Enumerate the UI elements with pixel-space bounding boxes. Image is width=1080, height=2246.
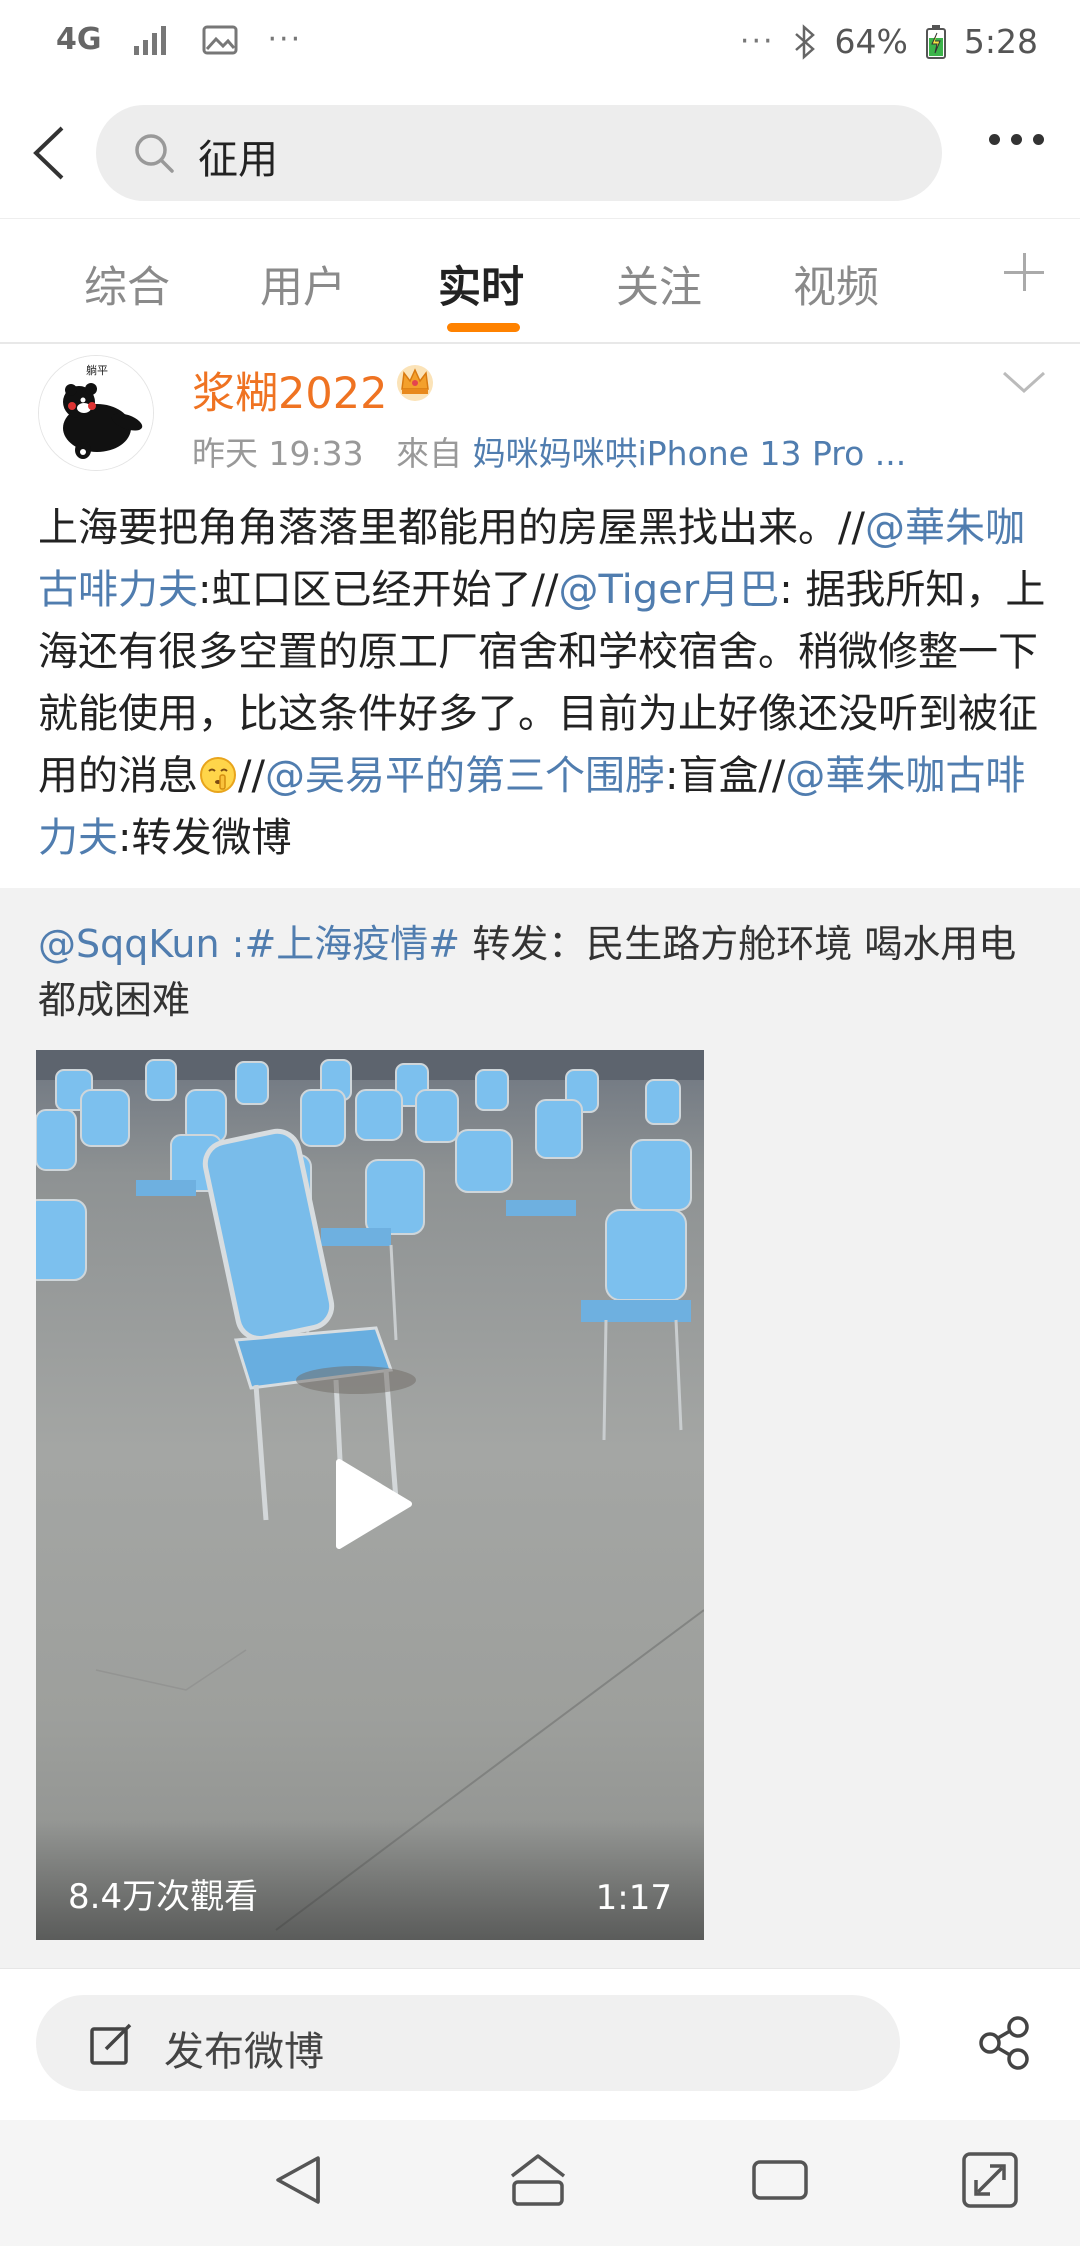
compose-button[interactable]: 发布微博 <box>36 1995 900 2091</box>
more-notifications-indicator: ··· <box>267 22 303 57</box>
bear-avatar-icon: 躺平 <box>39 356 153 470</box>
back-arrow-icon <box>33 126 64 180</box>
source-label: 來自 <box>396 434 463 473</box>
network-indicator: 4G <box>56 22 102 57</box>
status-bar: 4G ··· ··· 64% 5:28 <box>0 0 1080 90</box>
tab-video[interactable]: 视频 <box>793 253 879 315</box>
view-count: 8.4万次觀看 <box>68 1877 259 1917</box>
dot-icon <box>1033 134 1044 145</box>
nav-expand-icon[interactable] <box>960 2150 1020 2210</box>
tab-following[interactable]: 关注 <box>616 253 702 315</box>
post-text-segment: :盲盒// <box>664 753 786 799</box>
more-options-button[interactable] <box>989 134 1044 145</box>
bluetooth-icon <box>794 23 815 60</box>
search-tabs: 综合 用户 实时 关注 视频 <box>0 218 1080 344</box>
post-username[interactable]: 浆糊2022 <box>192 359 387 421</box>
retweet-user-link[interactable]: @SqqKun <box>38 922 220 966</box>
nav-recents-icon[interactable] <box>750 2150 810 2210</box>
signal-icon <box>133 25 166 55</box>
battery-charging-icon <box>925 24 946 59</box>
compose-bar: 发布微博 <box>0 1968 1080 2120</box>
nav-back-icon[interactable] <box>270 2150 330 2210</box>
mention-link[interactable]: @Tiger月巴 <box>558 567 779 613</box>
post-source[interactable]: 妈咪妈咪哄iPhone 13 Pro ... <box>473 434 907 473</box>
crown-badge-icon <box>397 365 433 401</box>
tab-comprehensive[interactable]: 综合 <box>84 253 170 315</box>
play-icon[interactable] <box>333 1458 413 1550</box>
system-nav-bar <box>0 2120 1080 2246</box>
dot-icon <box>1011 134 1022 145</box>
share-icon[interactable] <box>976 2015 1032 2071</box>
post-text-segment: 上海要把角角落落里都能用的房屋黑找出来。// <box>38 505 865 551</box>
search-icon <box>135 134 174 173</box>
chevron-down-icon[interactable] <box>1000 367 1048 397</box>
tab-users[interactable]: 用户 <box>260 253 346 315</box>
image-notification-icon <box>202 25 237 54</box>
svg-text:躺平: 躺平 <box>86 363 108 377</box>
retweet-block[interactable]: @SqqKun :#上海疫情# 转发：民生路方舱环境 喝水用电都成困难 8.4万… <box>0 888 1080 1968</box>
back-button[interactable] <box>22 118 82 188</box>
dot-icon <box>989 134 1000 145</box>
compose-label: 发布微博 <box>164 2029 324 2075</box>
nav-home-icon[interactable] <box>508 2150 568 2210</box>
mention-link[interactable]: @吴易平的第三个围脖 <box>265 753 665 799</box>
post-body: 上海要把角角落落里都能用的房屋黑找出来。//@華朱咖古啡力夫:虹口区已经开始了/… <box>38 497 1048 869</box>
search-header: 征用 <box>0 90 1080 218</box>
post-text-segment: // <box>238 753 265 799</box>
active-tab-indicator <box>447 323 520 332</box>
avatar[interactable]: 躺平 <box>38 355 154 471</box>
shush-emoji-icon <box>200 757 236 793</box>
hashtag-link[interactable]: #上海疫情# <box>244 922 460 966</box>
clock: 5:28 <box>963 22 1038 61</box>
battery-percent: 64% <box>834 22 908 61</box>
post-text-segment: :转发微博 <box>118 815 292 861</box>
edit-icon <box>90 2023 132 2065</box>
post-meta: 昨天 19:33 來自 妈咪妈咪哄iPhone 13 Pro ... <box>192 427 906 475</box>
post-text-segment: :虹口区已经开始了// <box>198 567 559 613</box>
post-time: 昨天 19:33 <box>192 434 364 473</box>
search-query: 征用 <box>198 137 278 183</box>
video-duration: 1:17 <box>595 1878 672 1918</box>
video-player[interactable]: 8.4万次觀看 1:17 <box>36 1050 704 1940</box>
retweet-text: @SqqKun :#上海疫情# 转发：民生路方舱环境 喝水用电都成困难 <box>38 916 1048 1028</box>
more-status-indicator: ··· <box>739 24 775 59</box>
search-input[interactable]: 征用 <box>96 105 942 201</box>
add-tab-icon[interactable] <box>1002 247 1046 291</box>
tab-realtime[interactable]: 实时 <box>438 253 524 315</box>
retweet-separator: : <box>219 922 245 966</box>
